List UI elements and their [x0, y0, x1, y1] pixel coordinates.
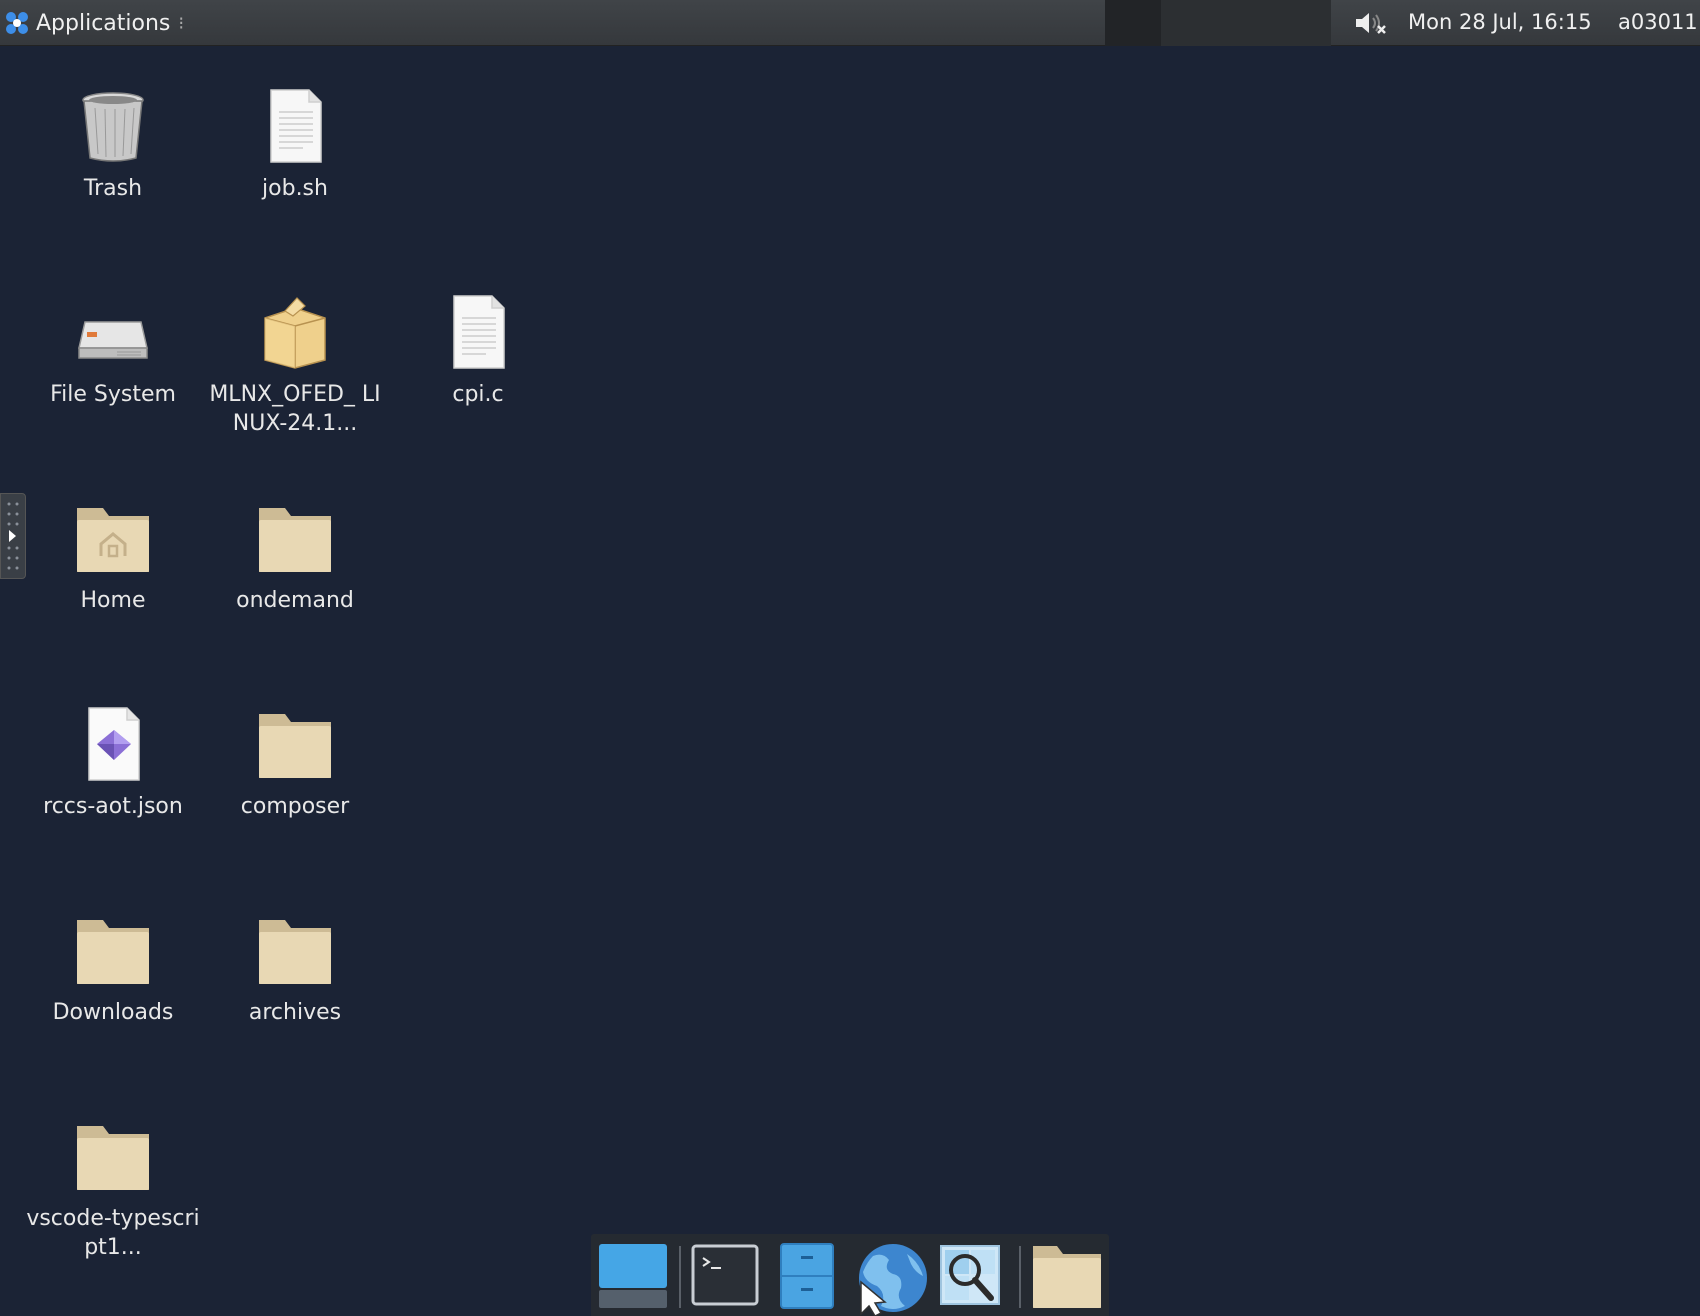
hard-drive-icon	[78, 321, 148, 359]
trash-label: Trash	[83, 176, 143, 201]
desktop-icon-composer[interactable]: composer	[207, 706, 383, 821]
terminal-icon[interactable]	[691, 1242, 759, 1308]
dock-separator	[1019, 1246, 1021, 1308]
composer-label: composer	[240, 794, 350, 819]
desktop-icon-home[interactable]: Home	[25, 500, 201, 615]
dock-separator	[679, 1246, 681, 1308]
folder-icon[interactable]	[1031, 1242, 1103, 1310]
clock[interactable]: Mon 28 Jul, 16:15	[1408, 10, 1592, 34]
xfce-logo-icon	[6, 12, 28, 34]
desktop-icon-trash[interactable]: Trash	[25, 88, 201, 203]
desktop-icon-mlnx-archive[interactable]: MLNX_OFED_ LINUX-24.1...	[207, 294, 383, 438]
desktop-icon-file-system[interactable]: File System	[25, 294, 201, 409]
cpi-c-label: cpi.c	[452, 382, 504, 407]
json-file-icon	[88, 707, 140, 781]
ondemand-label: ondemand	[236, 588, 354, 613]
volume-muted-icon[interactable]	[1354, 10, 1388, 36]
rccs-label: rccs-aot.json	[43, 794, 183, 819]
expand-arrow-icon	[7, 502, 19, 570]
menu-dots-icon: ⁝	[178, 12, 185, 34]
vscode-label: vscode-typescript1...	[26, 1206, 200, 1260]
desktop-icon-ondemand[interactable]: ondemand	[207, 500, 383, 615]
desktop-icon-rccs-aot-json[interactable]: rccs-aot.json	[25, 706, 201, 821]
mlnx-label: MLNX_OFED_ LINUX-24.1...	[209, 382, 381, 436]
folder-icon	[77, 1126, 149, 1190]
desktop-icon-cpi-c[interactable]: cpi.c	[390, 294, 566, 409]
applications-label: Applications	[36, 10, 171, 36]
folder-icon	[259, 714, 331, 778]
top-panel: Applications ⁝ Mon 28 Jul, 16:15 a03011	[0, 0, 1700, 46]
folder-icon	[77, 920, 149, 984]
text-file-icon	[453, 295, 505, 369]
desktop-icon-vscode-typescript[interactable]: vscode-typescript1...	[25, 1118, 201, 1262]
package-icon	[264, 297, 326, 369]
dock	[591, 1234, 1109, 1316]
file-system-label: File System	[50, 382, 176, 407]
file-manager-icon[interactable]	[779, 1242, 835, 1310]
archives-label: archives	[248, 1000, 342, 1025]
user-name[interactable]: a03011	[1618, 10, 1698, 34]
side-panel-handle[interactable]	[0, 493, 26, 579]
applications-menu-button[interactable]: Applications ⁝	[4, 6, 184, 40]
show-desktop-icon[interactable]	[597, 1242, 669, 1310]
app-finder-icon[interactable]	[939, 1242, 1001, 1308]
workspace-switcher-1[interactable]	[1105, 0, 1161, 46]
text-file-icon	[270, 89, 322, 163]
job-sh-label: job.sh	[262, 176, 328, 201]
desktop-icon-job-sh[interactable]: job.sh	[207, 88, 383, 203]
folder-icon	[259, 920, 331, 984]
workspace-switcher-2[interactable]	[1161, 0, 1331, 46]
trash-icon	[82, 92, 144, 162]
web-browser-icon[interactable]	[853, 1242, 929, 1316]
desktop-icon-archives[interactable]: archives	[207, 912, 383, 1027]
folder-icon	[259, 508, 331, 572]
desktop-icon-downloads[interactable]: Downloads	[25, 912, 201, 1027]
home-folder-icon	[77, 508, 149, 572]
home-label: Home	[80, 588, 146, 613]
downloads-label: Downloads	[52, 1000, 174, 1025]
